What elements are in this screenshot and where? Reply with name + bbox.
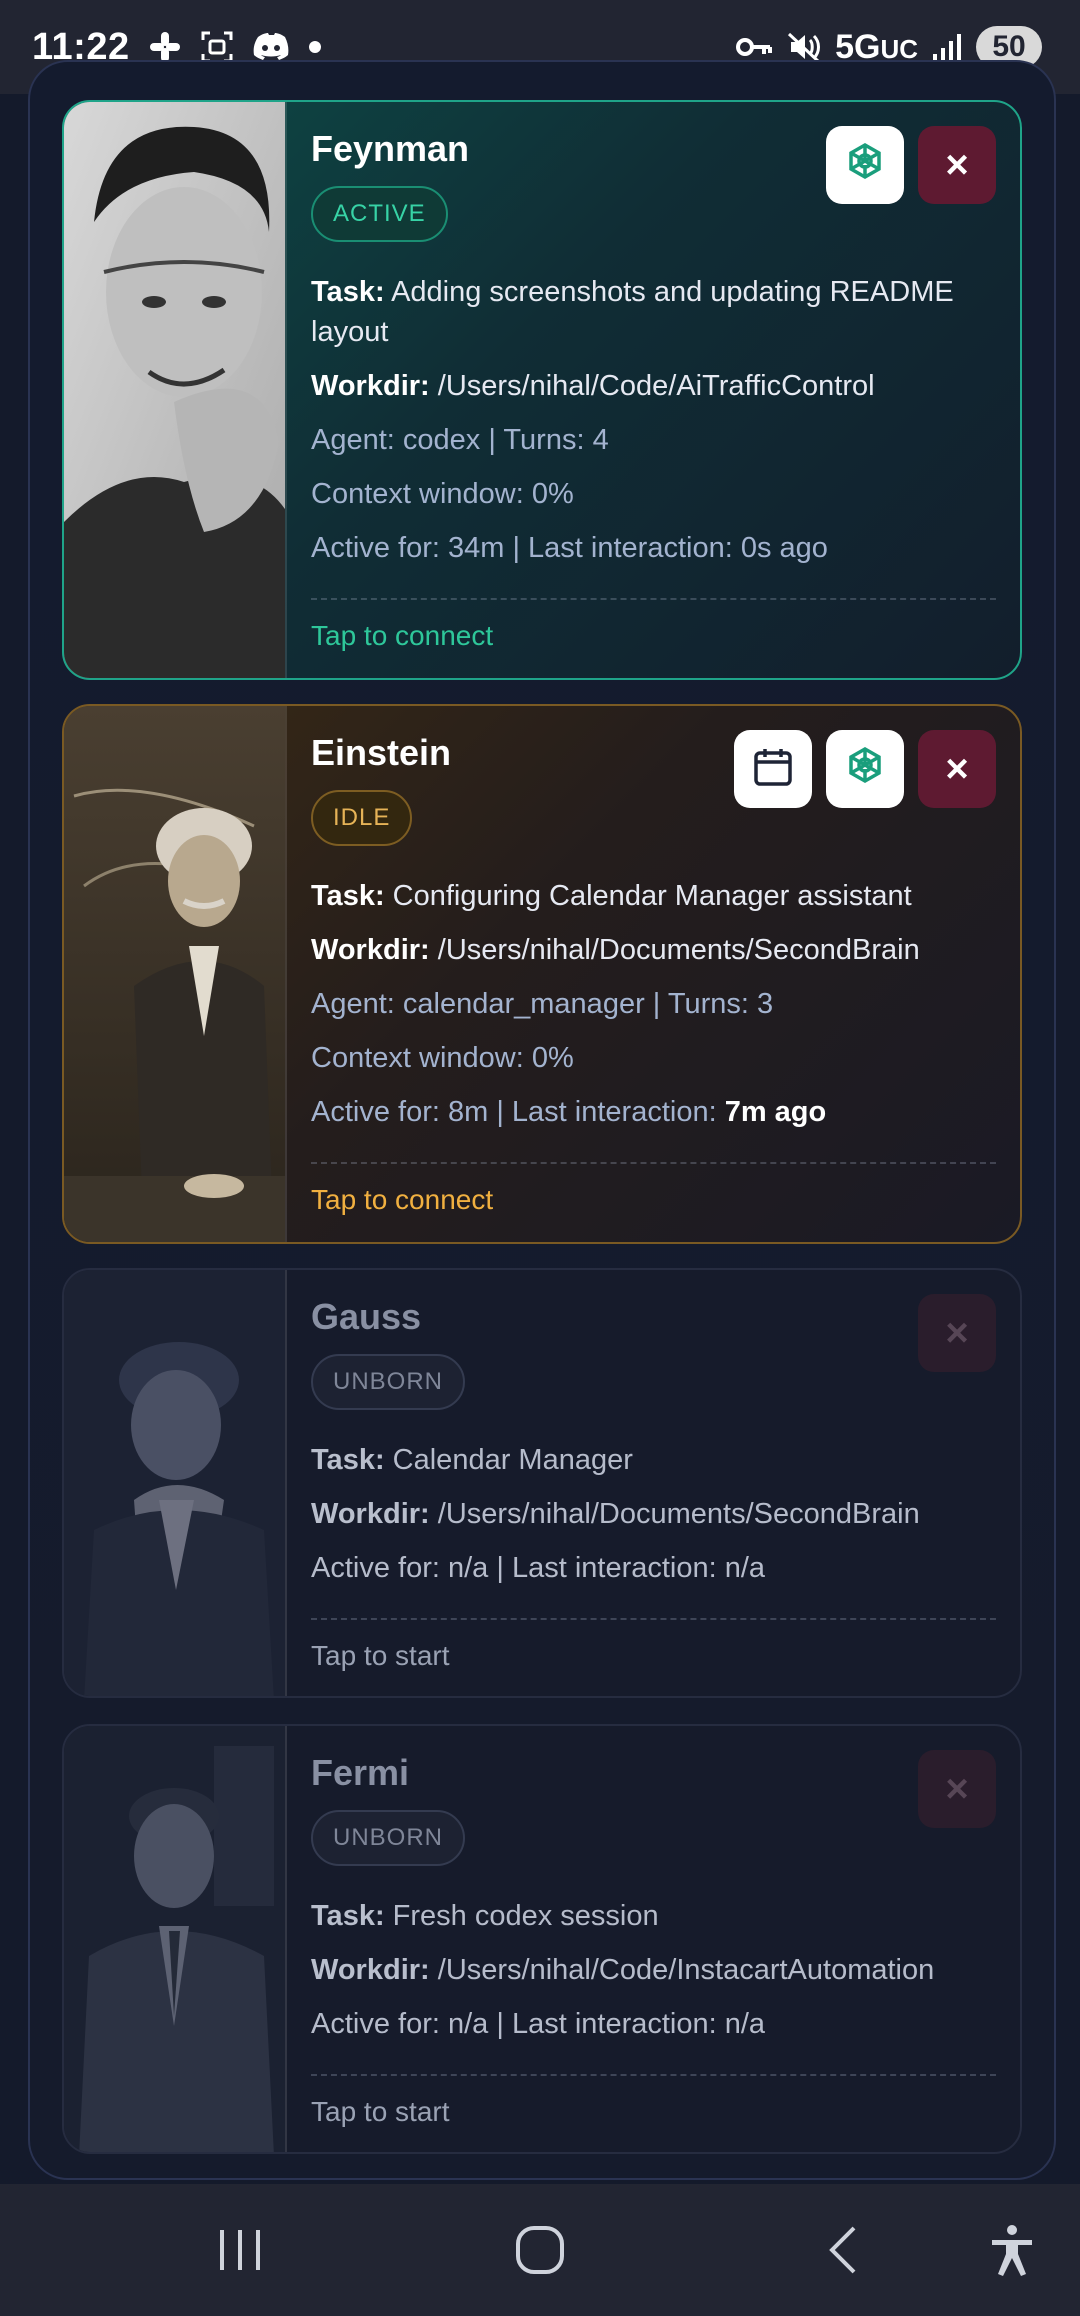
- screenshot-icon: [200, 30, 234, 64]
- fermi-portrait: [64, 1726, 287, 2152]
- context-line: Context window: 0%: [311, 478, 574, 510]
- active-line: Active for: 34m | Last interaction: 0s a…: [311, 532, 828, 564]
- close-icon: ×: [945, 142, 969, 187]
- session-card-einstein[interactable]: Einstein IDLE Task: Configuring Calendar…: [62, 704, 1022, 1244]
- agent-line: Agent: codex | Turns: 4: [311, 424, 609, 456]
- accessibility-button[interactable]: [982, 2220, 1042, 2285]
- active-line: Active for: 8m | Last interaction: 7m ag…: [311, 1096, 827, 1128]
- card-name: Fermi: [311, 1752, 410, 1793]
- card-divider: Tap to connect: [311, 1162, 996, 1216]
- recent-apps-icon: [210, 2220, 270, 2285]
- openai-icon: [841, 139, 889, 192]
- agent-line: Agent: calendar_manager | Turns: 3: [311, 988, 774, 1020]
- close-button[interactable]: ×: [918, 730, 996, 808]
- task-line: Task: Fresh codex session: [311, 1900, 659, 1932]
- mute-icon: [787, 30, 821, 64]
- status-badge: ACTIVE: [311, 186, 448, 242]
- tap-to-start[interactable]: Tap to start: [311, 1640, 450, 1671]
- calendar-button[interactable]: [734, 730, 812, 808]
- einstein-portrait: [64, 706, 287, 1242]
- card-name: Gauss: [311, 1296, 422, 1337]
- workdir-line: Workdir: /Users/nihal/Code/InstacartAuto…: [311, 1954, 935, 1986]
- system-nav-bar: [0, 2184, 1080, 2316]
- feynman-portrait: [64, 102, 287, 678]
- session-card-gauss[interactable]: Gauss UNBORN Task: Calendar Manager Work…: [62, 1268, 1022, 1698]
- workdir-line: Workdir: /Users/nihal/Code/AiTrafficCont…: [311, 370, 875, 402]
- close-icon: ×: [945, 1310, 969, 1355]
- workdir-line: Workdir: /Users/nihal/Documents/SecondBr…: [311, 1498, 920, 1530]
- card-divider: Tap to connect: [311, 598, 996, 652]
- active-line: Active for: n/a | Last interaction: n/a: [311, 2008, 766, 2040]
- task-line: Task: Calendar Manager: [311, 1444, 633, 1476]
- active-line: Active for: n/a | Last interaction: n/a: [311, 1552, 766, 1584]
- signal-icon: [932, 32, 962, 62]
- status-badge: UNBORN: [311, 1810, 466, 1866]
- workdir-line: Workdir: /Users/nihal/Documents/SecondBr…: [311, 934, 920, 966]
- vpn-key-icon: [735, 35, 773, 59]
- close-button[interactable]: ×: [918, 126, 996, 204]
- calendar-icon: [751, 745, 795, 794]
- status-badge: UNBORN: [311, 1354, 466, 1410]
- back-button[interactable]: [816, 2220, 876, 2285]
- context-line: Context window: 0%: [311, 1042, 574, 1074]
- accessibility-icon: [982, 2220, 1042, 2285]
- openai-icon: [841, 743, 889, 796]
- openai-button[interactable]: [826, 126, 904, 204]
- recent-apps-button[interactable]: [210, 2220, 270, 2285]
- task-line: Task: Configuring Calendar Manager assis…: [311, 880, 912, 912]
- close-button[interactable]: ×: [918, 1294, 996, 1372]
- status-badge: IDLE: [311, 790, 413, 846]
- home-button[interactable]: [510, 2220, 570, 2285]
- card-divider: Tap to start: [311, 1618, 996, 1672]
- session-card-fermi[interactable]: Fermi UNBORN Task: Fresh codex session W…: [62, 1724, 1022, 2154]
- session-card-feynman[interactable]: Feynman ACTIVE Task: Adding screenshots …: [62, 100, 1022, 680]
- gauss-portrait: [64, 1270, 287, 1696]
- back-icon: [816, 2220, 876, 2285]
- close-button[interactable]: ×: [918, 1750, 996, 1828]
- task-line: Task: Adding screenshots and updating RE…: [311, 276, 954, 348]
- close-icon: ×: [945, 746, 969, 791]
- slack-icon: [148, 30, 182, 64]
- card-divider: Tap to start: [311, 2074, 996, 2128]
- tap-to-start[interactable]: Tap to start: [311, 2096, 450, 2127]
- home-icon: [510, 2220, 570, 2285]
- discord-icon: [252, 31, 290, 63]
- tap-to-connect[interactable]: Tap to connect: [311, 1184, 493, 1215]
- openai-button[interactable]: [826, 730, 904, 808]
- notification-dot-icon: [308, 40, 322, 54]
- close-icon: ×: [945, 1766, 969, 1811]
- tap-to-connect[interactable]: Tap to connect: [311, 620, 493, 651]
